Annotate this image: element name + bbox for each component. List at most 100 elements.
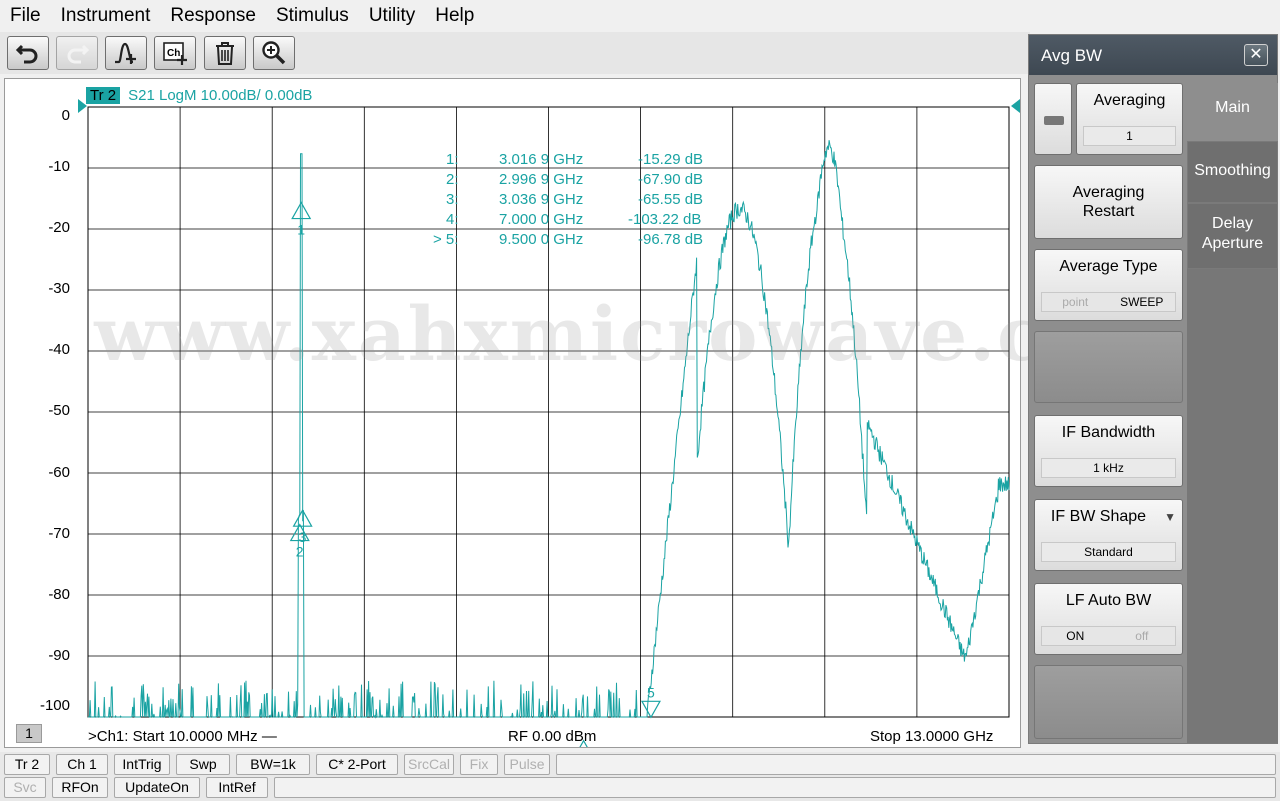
sb-fix[interactable]: Fix — [460, 754, 498, 775]
average-type-option-point[interactable]: point — [1042, 293, 1109, 311]
y-tick-label: -60 — [48, 464, 70, 481]
marker-1[interactable] — [291, 201, 312, 220]
averaging-restart-label: Averaging Restart — [1072, 184, 1145, 220]
tab-main-label: Main — [1215, 99, 1250, 116]
if-bandwidth-label: IF Bandwidth — [1061, 424, 1156, 441]
y-tick-label: -80 — [48, 586, 70, 603]
trace-label: S21 LogM 10.00dB/ 0.00dB — [128, 86, 313, 104]
averaging-toggle[interactable] — [1034, 83, 1072, 155]
y-tick-label: -30 — [48, 280, 70, 297]
sb-spare-row1 — [556, 754, 1276, 775]
y-tick-label: -70 — [48, 525, 70, 542]
averaging-button[interactable]: Averaging 1 — [1076, 83, 1183, 155]
add-marker-button[interactable] — [105, 36, 147, 70]
redo-icon — [67, 44, 90, 64]
marker-1-label: 1 — [297, 222, 305, 238]
empty-softkey — [1034, 665, 1183, 739]
menu-utility[interactable]: Utility — [359, 0, 425, 32]
sb-trace[interactable]: Tr 2 — [4, 754, 50, 775]
marker-add-icon — [115, 42, 136, 64]
sb-bandwidth[interactable]: BW=1k — [236, 754, 310, 775]
reference-arrow-right-icon — [1011, 99, 1020, 113]
svg-text:Ch: Ch — [167, 48, 180, 59]
marker-num: 1: — [446, 151, 459, 168]
redo-button[interactable] — [56, 36, 98, 70]
marker-freq: 7.000 0 GHz — [499, 211, 584, 228]
tab-filler — [1187, 269, 1278, 743]
y-tick-label: -20 — [48, 219, 70, 236]
marker-value: -65.55 dB — [638, 191, 704, 208]
sb-channel[interactable]: Ch 1 — [56, 754, 108, 775]
menu-instrument[interactable]: Instrument — [51, 0, 161, 32]
zoom-icon — [262, 41, 286, 65]
marker-num: > 5: — [433, 231, 459, 248]
sb-srccal[interactable]: SrcCal — [404, 754, 454, 775]
menu-bar: File Instrument Response Stimulus Utilit… — [0, 0, 1280, 32]
marker-2-label: 2 — [296, 544, 304, 560]
marker-value: -103.22 dB — [628, 211, 702, 228]
if-bandwidth-value[interactable]: 1 kHz — [1041, 458, 1176, 478]
marker-5[interactable] — [640, 700, 661, 719]
tab-smoothing-label: Smoothing — [1194, 162, 1271, 179]
lf-auto-bw-option-on[interactable]: ON — [1042, 627, 1109, 645]
trace-badge[interactable]: Tr 2 — [86, 86, 121, 104]
lf-auto-bw-selector[interactable]: ON off — [1041, 626, 1176, 646]
sb-svc[interactable]: Svc — [4, 777, 46, 798]
marker-value: -67.90 dB — [638, 171, 704, 188]
marker-freq: 2.996 9 GHz — [499, 171, 584, 188]
sb-sweep[interactable]: Swp — [176, 754, 230, 775]
trace-header[interactable]: Tr 2 S21 LogM 10.00dB/ 0.00dB — [86, 86, 312, 104]
sb-pulse[interactable]: Pulse — [504, 754, 550, 775]
averaging-label: Averaging — [1093, 92, 1166, 109]
lf-auto-bw-label: LF Auto BW — [1065, 592, 1152, 609]
reference-arrow-left-icon — [78, 99, 87, 113]
if-bandwidth-button[interactable]: IF Bandwidth 1 kHz — [1034, 415, 1183, 487]
status-bar: Tr 2 Ch 1 IntTrig Swp BW=1k C* 2-Port Sr… — [0, 752, 1280, 801]
lf-auto-bw-option-off[interactable]: off — [1109, 627, 1176, 645]
marker-value: -15.29 dB — [638, 151, 704, 168]
tab-main[interactable]: Main — [1187, 83, 1278, 141]
rf-power[interactable]: RF 0.00 dBm — [508, 728, 596, 745]
average-type-selector[interactable]: point SWEEP — [1041, 292, 1176, 312]
delete-button[interactable] — [204, 36, 246, 70]
chevron-down-icon: ▼ — [1164, 510, 1176, 524]
if-bw-shape-button[interactable]: IF BW Shape ▼ Standard — [1034, 499, 1183, 571]
tab-delay-aperture[interactable]: Delay Aperture — [1187, 203, 1278, 269]
averaging-restart-button[interactable]: Averaging Restart — [1034, 165, 1183, 239]
y-tick-label: -40 — [48, 341, 70, 358]
panel-header: Avg BW ✕ — [1029, 35, 1277, 75]
sb-intref[interactable]: IntRef — [206, 777, 268, 798]
sb-trigger[interactable]: IntTrig — [114, 754, 170, 775]
menu-stimulus[interactable]: Stimulus — [266, 0, 359, 32]
if-bw-shape-value[interactable]: Standard — [1041, 542, 1176, 562]
add-channel-button[interactable]: Ch — [154, 36, 196, 70]
tab-smoothing[interactable]: Smoothing — [1187, 141, 1278, 203]
toggle-indicator-icon — [1044, 116, 1064, 125]
close-icon: ✕ — [1249, 46, 1263, 63]
y-tick-label: -50 — [48, 402, 70, 419]
undo-icon — [15, 44, 38, 64]
start-frequency[interactable]: >Ch1: Start 10.0000 MHz — — [88, 728, 277, 745]
avg-bw-panel: Avg BW ✕ Main Smoothing Delay Aperture A… — [1028, 34, 1278, 744]
average-type-option-sweep[interactable]: SWEEP — [1109, 293, 1176, 311]
menu-response[interactable]: Response — [160, 0, 266, 32]
lf-auto-bw-button[interactable]: LF Auto BW ON off — [1034, 583, 1183, 655]
menu-file[interactable]: File — [0, 0, 51, 32]
stop-frequency[interactable]: Stop 13.0000 GHz — [870, 728, 993, 745]
menu-help[interactable]: Help — [425, 0, 484, 32]
channel-number[interactable]: 1 — [16, 724, 42, 743]
sb-calibration[interactable]: C* 2-Port — [316, 754, 398, 775]
marker-freq: 3.036 9 GHz — [499, 191, 584, 208]
panel-title: Avg BW — [1041, 46, 1103, 65]
tab-delay-aperture-label: Delay Aperture — [1201, 215, 1264, 252]
marker-freq: 9.500 0 GHz — [499, 231, 584, 248]
averaging-value[interactable]: 1 — [1083, 126, 1176, 146]
undo-button[interactable] — [7, 36, 49, 70]
zoom-button[interactable] — [253, 36, 295, 70]
close-button[interactable]: ✕ — [1244, 44, 1268, 66]
sb-update[interactable]: UpdateOn — [114, 777, 200, 798]
sb-rfon[interactable]: RFOn — [52, 777, 108, 798]
average-type-button[interactable]: Average Type point SWEEP — [1034, 249, 1183, 321]
empty-softkey — [1034, 331, 1183, 403]
marker-value: -96.78 dB — [638, 231, 704, 248]
